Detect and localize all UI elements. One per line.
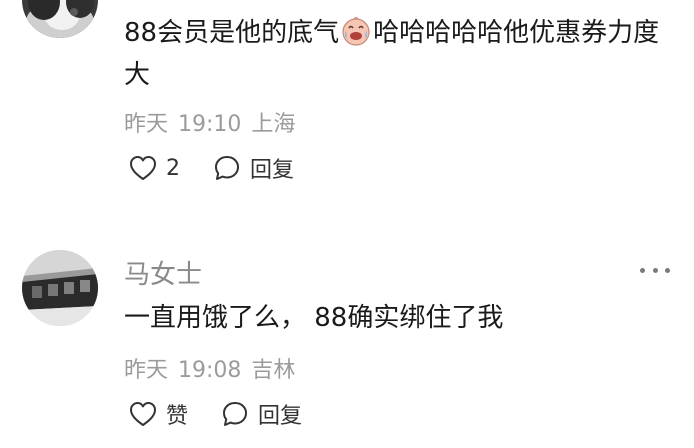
cat-avatar-image xyxy=(22,0,98,38)
more-options-button[interactable] xyxy=(640,265,670,275)
comment-time: 19:08 xyxy=(178,358,242,383)
comment-actions: 2 回复 xyxy=(128,151,326,185)
comment-username[interactable]: 马女士 xyxy=(124,254,202,291)
heart-icon xyxy=(128,154,158,182)
comment-item: 马女士 一直用饿了么， 88确实绑住了我 昨天 19:08 吉林 赞 回复 xyxy=(0,210,694,448)
avatar-subway[interactable] xyxy=(22,250,98,326)
reply-button[interactable]: 回复 xyxy=(212,152,294,184)
comment-location: 吉林 xyxy=(251,358,296,383)
comment-actions: 赞 回复 xyxy=(128,397,334,431)
comment-date: 昨天 xyxy=(124,112,169,137)
reply-button[interactable]: 回复 xyxy=(220,398,302,430)
dot-icon xyxy=(652,267,658,273)
comment-item: 88会员是他的底气 哈哈哈哈哈他优惠券力度大 昨天 19:10 上海 2 回复 xyxy=(0,0,694,210)
like-label: 赞 xyxy=(166,404,189,429)
comment-text-before-emoji: 88会员是他的底气 xyxy=(124,18,340,48)
dot-icon xyxy=(665,267,670,273)
heart-icon xyxy=(128,400,158,428)
like-button[interactable]: 2 xyxy=(128,154,180,182)
comment-date: 昨天 xyxy=(124,358,169,383)
comment-text: 88会员是他的底气 哈哈哈哈哈他优惠券力度大 xyxy=(124,12,664,96)
dot-icon xyxy=(640,267,645,273)
like-button[interactable]: 赞 xyxy=(128,398,188,430)
reply-label: 回复 xyxy=(250,158,295,183)
comment-text: 一直用饿了么， 88确实绑住了我 xyxy=(124,303,504,333)
speech-bubble-icon xyxy=(212,153,242,183)
comment-location: 上海 xyxy=(251,112,296,137)
reply-label: 回复 xyxy=(258,404,303,429)
crying-laughing-face-icon xyxy=(341,16,371,46)
speech-bubble-icon xyxy=(220,399,250,429)
avatar-cat[interactable] xyxy=(22,0,98,38)
subway-avatar-image xyxy=(22,250,98,326)
comment-meta: 昨天 19:10 上海 xyxy=(124,106,295,138)
like-count: 2 xyxy=(166,155,180,181)
comment-meta: 昨天 19:08 吉林 xyxy=(124,352,295,384)
comment-time: 19:10 xyxy=(178,112,242,137)
